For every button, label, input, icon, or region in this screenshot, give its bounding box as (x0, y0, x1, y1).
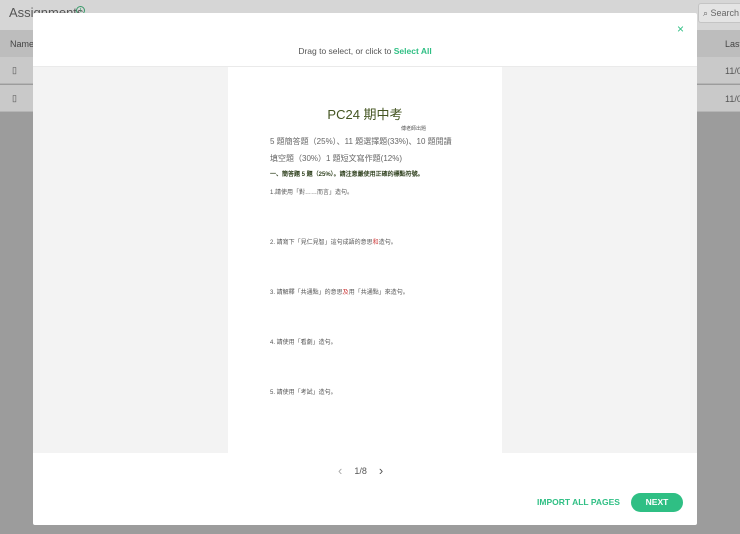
doc-line: 5 題簡答題（25%）、11 題選擇題(33%)、10 題閱讀 (270, 137, 452, 146)
search-placeholder: Search (710, 8, 740, 18)
doc-question: 5. 請使用「考試」造句。 (270, 390, 337, 396)
page-thumbnail[interactable]: PC24 期中考 傅老師出題 5 題簡答題（25%）、11 題選擇題(33%)、… (228, 67, 502, 454)
pager: ‹ 1/8 › (338, 463, 383, 478)
doc-note: 傅老師出題 (401, 126, 427, 132)
q-text: 2. 請寫下「見仁見智」這句成語的意思 (270, 240, 373, 246)
page-select-modal: × Drag to select, or click to Select All… (33, 13, 697, 525)
column-name[interactable]: Name (10, 39, 34, 49)
select-hint: Drag to select, or click to Select All (33, 46, 697, 56)
doc-question: 4. 請使用「看劇」造句。 (270, 340, 337, 346)
doc-question: 2. 請寫下「見仁見智」這句成語的意思和造句。 (270, 237, 397, 246)
chevron-right-icon[interactable]: › (379, 463, 383, 478)
doc-question: 3. 請解釋「共通點」的意思及用「共通點」來造句。 (270, 287, 409, 296)
doc-question: 1.請使用「對……而言」造句。 (270, 190, 354, 196)
column-last[interactable]: Last (725, 39, 740, 49)
q-text: 造句。 (378, 240, 397, 246)
q-text: 3. 請解釋「共通點」的意思 (270, 290, 343, 296)
page-indicator: 1/8 (354, 465, 367, 476)
next-button[interactable]: NEXT (631, 493, 683, 512)
chevron-left-icon[interactable]: ‹ (338, 463, 342, 478)
doc-line: 填空題（30%）1 題短文寫作題(12%) (270, 154, 403, 163)
row-date: 11/0 (725, 66, 740, 76)
document-icon: ▯ (12, 65, 17, 75)
import-all-pages-button[interactable]: IMPORT ALL PAGES (537, 497, 620, 507)
row-date: 11/0 (725, 94, 740, 104)
hint-text: Drag to select, or click to (298, 46, 394, 56)
q-text: 用「共通點」來造句。 (348, 290, 409, 296)
doc-title: PC24 期中考 (327, 107, 403, 122)
doc-section: 一、簡答題 5 題（25%）。請注意嚴使用正確的標點符號。 (270, 172, 424, 178)
document-icon: ▯ (12, 93, 17, 103)
select-all-link[interactable]: Select All (394, 46, 432, 56)
page-preview-area[interactable]: PC24 期中考 傅老師出題 5 題簡答題（25%）、11 題選擇題(33%)、… (33, 66, 697, 454)
close-icon[interactable]: × (677, 22, 684, 36)
search-input[interactable]: ⌕ Search (698, 3, 740, 23)
